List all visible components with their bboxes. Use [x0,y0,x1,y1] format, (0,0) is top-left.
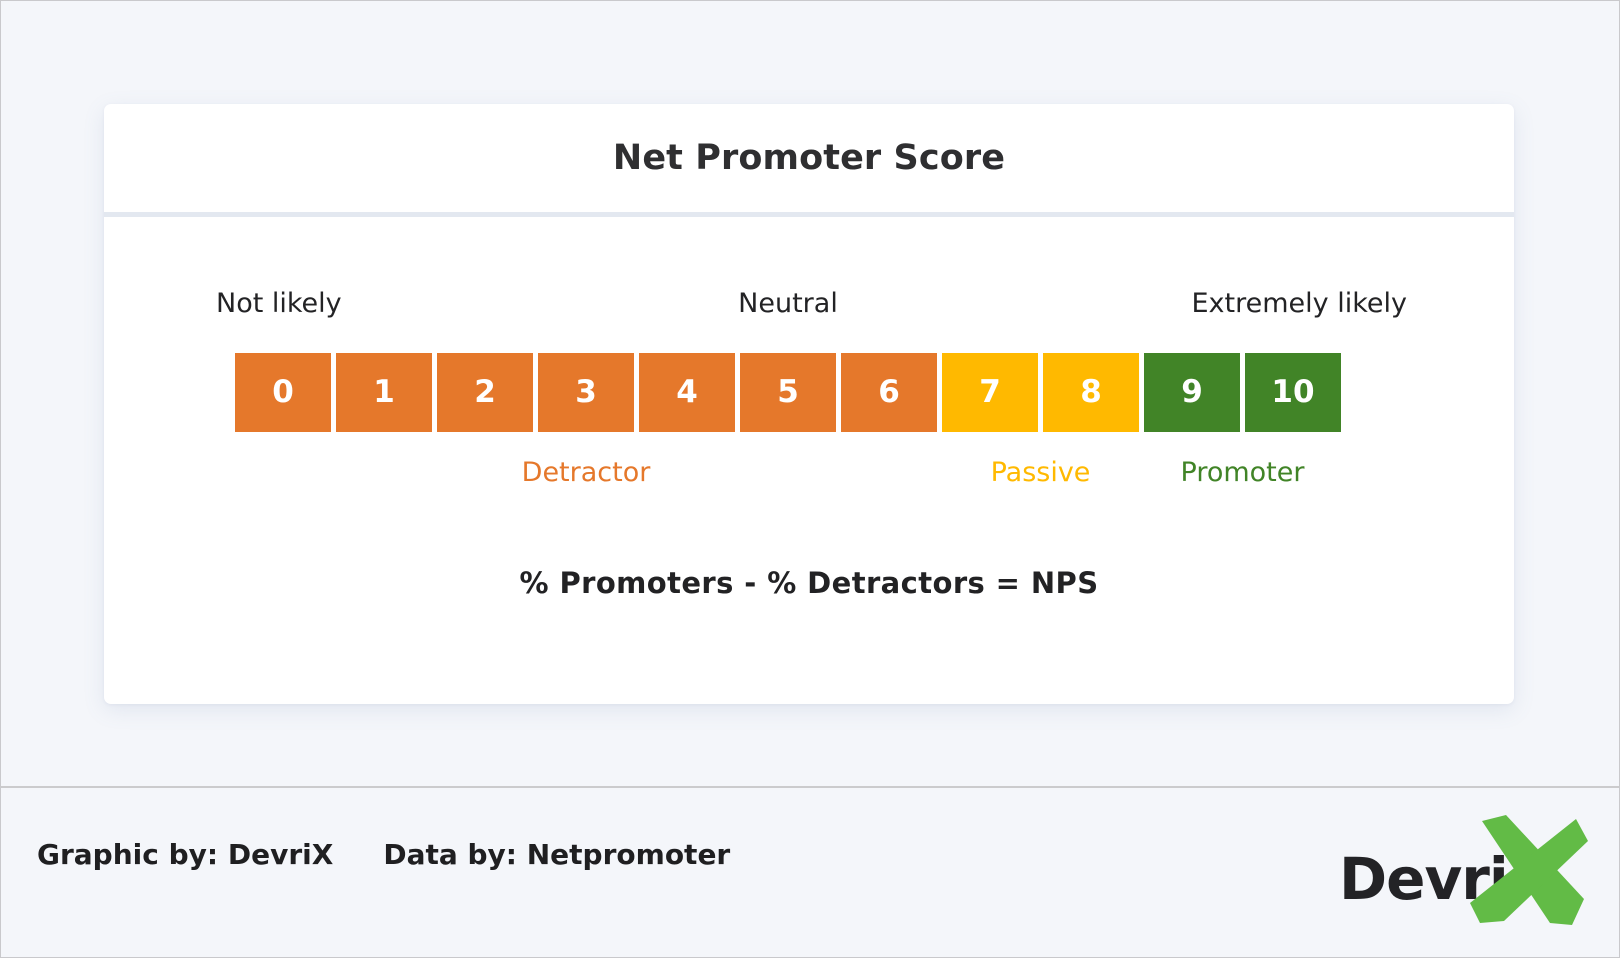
scale-box-3[interactable]: 3 [538,353,634,432]
nps-card: Net Promoter Score Not likely Neutral Ex… [104,104,1514,704]
scale-box-10[interactable]: 10 [1245,353,1341,432]
credit-data-by-label: Data by: [383,838,527,871]
nps-scale-boxes: 0 1 2 3 4 5 6 7 8 9 10 [235,353,1341,432]
header-divider [104,212,1514,217]
anchor-label-extremely-likely: Extremely likely [1191,288,1408,319]
category-label-promoter: Promoter [1180,457,1305,488]
scale-box-1[interactable]: 1 [336,353,432,432]
scale-box-2[interactable]: 2 [437,353,533,432]
credit-data-by-value: Netpromoter [526,838,731,871]
devrix-logo[interactable]: Devri [1339,813,1589,928]
scale-box-4[interactable]: 4 [639,353,735,432]
anchor-label-not-likely: Not likely [216,288,342,319]
scale-box-8[interactable]: 8 [1043,353,1139,432]
page-title: Net Promoter Score [612,138,1006,178]
nps-scale-area: Not likely Neutral Extremely likely 0123… [216,284,1407,498]
scale-box-9[interactable]: 9 [1144,353,1240,432]
card-header: Net Promoter Score [104,104,1514,212]
scale-box-7[interactable]: 7 [942,353,1038,432]
credit-data-by: Data by: Netpromoter [383,838,730,871]
credit-graphic-by-label: Graphic by: [37,838,228,871]
scale-box-6[interactable]: 6 [841,353,937,432]
category-label-detractor: Detractor [521,457,651,488]
credit-graphic-by-value: DevriX [227,838,334,871]
nps-category-labels: Detractor Passive Promoter [235,454,1341,498]
scale-box-5[interactable]: 5 [740,353,836,432]
devrix-x-icon [1470,815,1588,925]
nps-formula: % Promoters - % Detractors = NPS [519,566,1099,600]
footer-credits: Graphic by: DevriX Data by: Netpromoter [37,838,730,871]
category-label-passive: Passive [990,457,1091,488]
anchor-label-neutral: Neutral [738,288,838,319]
infographic-stage: Net Promoter Score Not likely Neutral Ex… [1,1,1619,786]
footer-bar: Graphic by: DevriX Data by: Netpromoter … [1,786,1619,957]
scale-anchor-labels: Not likely Neutral Extremely likely [216,284,1407,328]
credit-graphic-by: Graphic by: DevriX [37,838,333,871]
scale-box-0[interactable]: 0 [235,353,331,432]
